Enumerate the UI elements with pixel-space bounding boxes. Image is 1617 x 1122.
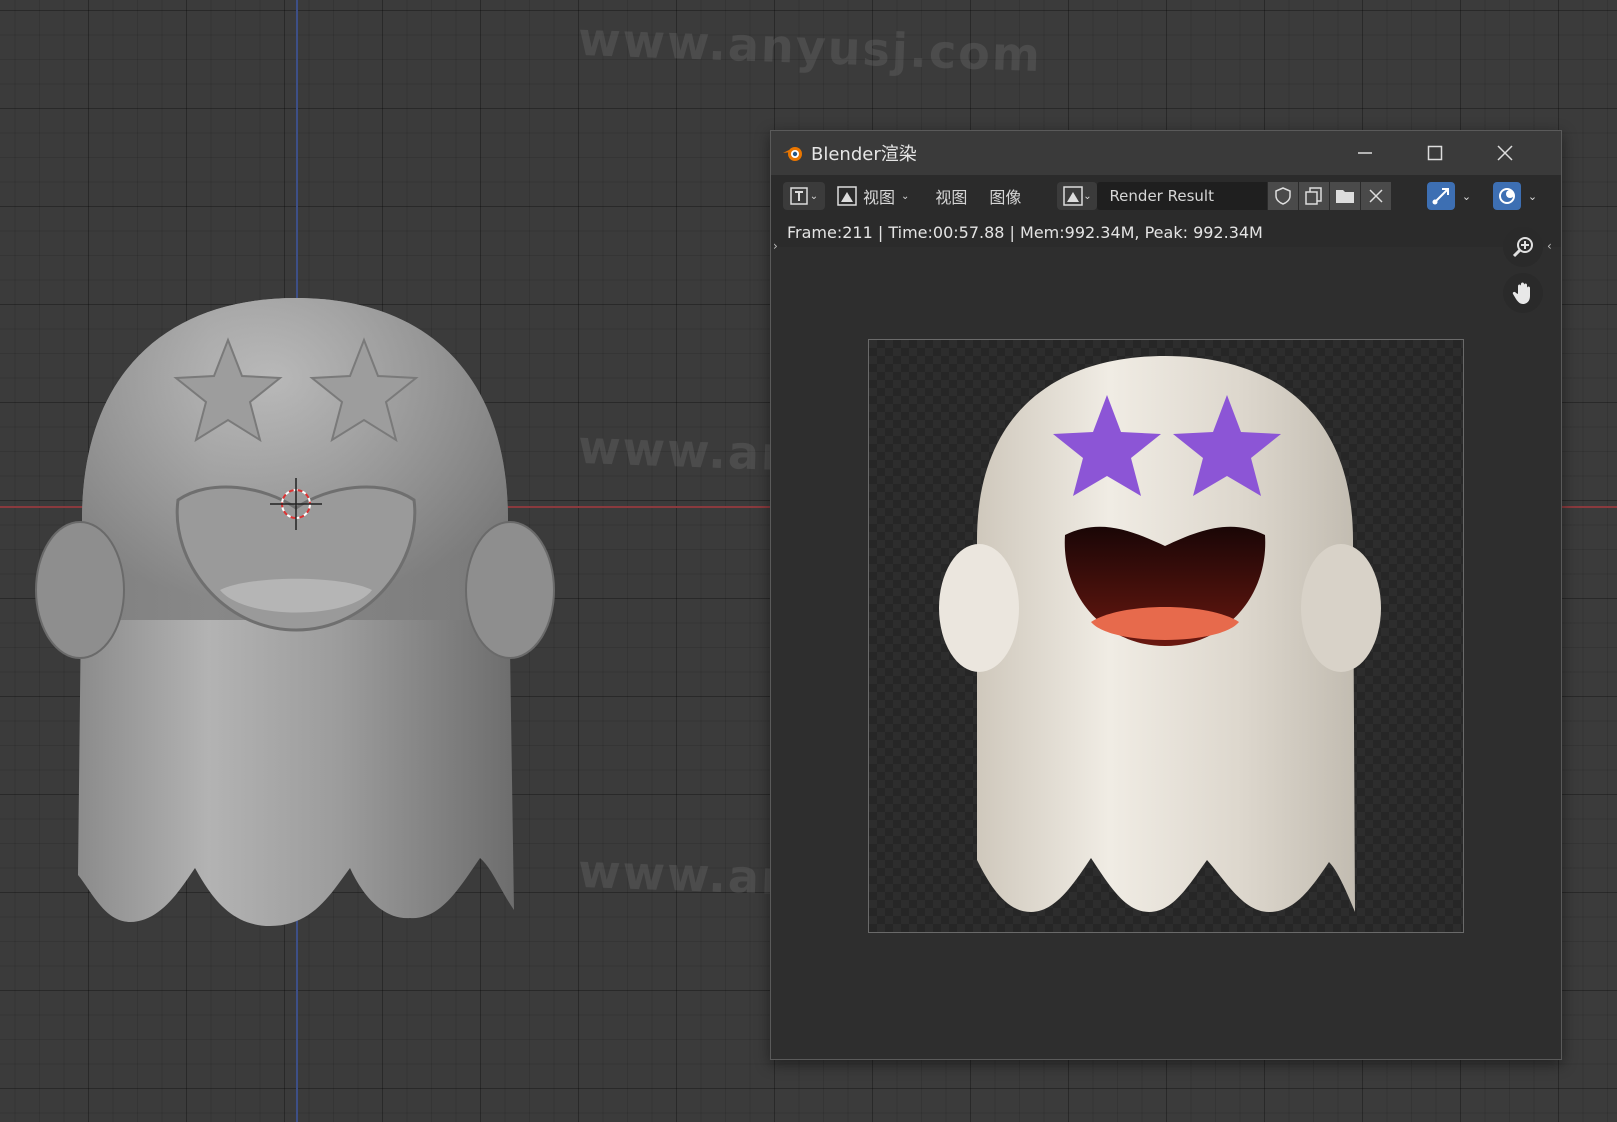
close-button[interactable] [1473,131,1537,175]
render-window[interactable]: Blender渲染 ⌄ 视图 ⌄ 视图 图像 ⌄ Render Result ⌄… [770,130,1562,1060]
render-result-canvas[interactable] [868,339,1464,933]
editor-type-dropdown[interactable]: ⌄ [783,182,825,210]
view-image-icon [837,186,857,206]
overlay-options-dropdown[interactable]: ⌄ [1521,182,1543,210]
window-titlebar[interactable]: Blender渲染 [771,131,1561,175]
render-stats: Frame:211 | Time:00:57.88 | Mem:992.34M,… [771,217,1561,247]
new-image-icon [1305,187,1323,205]
open-image-button[interactable] [1330,182,1361,210]
menu-image[interactable]: 图像 [989,184,1021,208]
blender-logo-icon [783,147,802,161]
watermark-text: www.anyusj.com [577,11,1043,83]
menu-view[interactable]: 视图 [935,184,967,208]
hand-pan-icon [1512,282,1530,304]
overlay-icon [1499,188,1516,204]
new-image-button[interactable] [1299,182,1330,210]
overlay-toggle[interactable] [1493,182,1522,210]
close-icon [1497,145,1513,161]
maximize-icon [1427,145,1443,161]
unlink-image-button[interactable] [1361,182,1392,210]
image-browse-icon [1063,186,1083,206]
gizmo-toggle[interactable] [1427,182,1456,210]
maximize-button[interactable] [1403,131,1467,175]
image-browse-button[interactable]: ⌄ [1057,182,1098,210]
image-name-field[interactable]: Render Result [1097,182,1268,210]
image-editor-header: ⌄ 视图 ⌄ 视图 图像 ⌄ Render Result ⌄ ⌄ [771,175,1561,217]
view-mode-dropdown[interactable]: 视图 ⌄ [833,182,913,210]
minimize-icon [1358,152,1372,154]
zoom-icon [1512,237,1533,258]
viewport-ghost-model[interactable] [30,290,570,950]
window-title: Blender渲染 [811,144,917,165]
fake-user-button[interactable] [1268,182,1299,210]
zoom-button[interactable] [1503,227,1543,267]
open-folder-icon [1336,190,1355,203]
minimize-button[interactable] [1333,131,1397,175]
rendered-ghost-image [939,356,1381,912]
editor-type-icon [790,187,808,205]
unlink-x-icon [1369,189,1383,203]
pan-button[interactable] [1503,273,1543,313]
toolbar-expand-arrow[interactable]: › [773,239,778,253]
sidebar-expand-arrow[interactable]: ‹ [1547,239,1552,253]
view-mode-label: 视图 [863,188,896,207]
gizmo-icon [1432,188,1450,205]
gizmo-options-dropdown[interactable]: ⌄ [1455,182,1477,210]
fake-user-shield-icon [1275,187,1292,205]
